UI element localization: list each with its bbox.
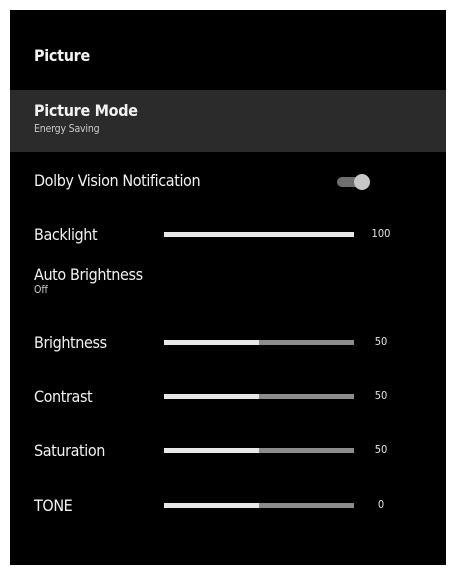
picture-mode-item[interactable]: Picture Mode Energy Saving xyxy=(10,90,446,152)
brightness-slider-fill xyxy=(164,340,259,345)
tone-value: 0 xyxy=(377,498,385,511)
contrast-label: Contrast xyxy=(34,387,93,406)
tone-item[interactable]: TONE 0 xyxy=(10,488,446,522)
dolby-vision-notification-label: Dolby Vision Notification xyxy=(34,171,201,190)
tone-label: TONE xyxy=(34,496,73,515)
tone-slider-fill xyxy=(164,503,259,508)
contrast-slider-fill xyxy=(164,394,259,399)
saturation-value: 50 xyxy=(374,443,388,456)
saturation-item[interactable]: Saturation 50 xyxy=(10,433,446,467)
backlight-value: 100 xyxy=(371,227,391,240)
backlight-label: Backlight xyxy=(34,225,98,244)
saturation-slider-fill xyxy=(164,448,259,453)
tone-slider[interactable] xyxy=(164,503,354,508)
picture-settings-panel: Picture Picture Mode Energy Saving Dolby… xyxy=(10,10,446,565)
brightness-item[interactable]: Brightness 50 xyxy=(10,325,446,359)
backlight-slider[interactable] xyxy=(164,232,354,237)
backlight-slider-fill xyxy=(164,232,354,237)
page-title: Picture xyxy=(34,46,90,65)
auto-brightness-value: Off xyxy=(34,284,48,296)
brightness-value: 50 xyxy=(374,335,388,348)
picture-mode-value: Energy Saving xyxy=(34,123,100,135)
toggle-knob xyxy=(354,174,370,190)
brightness-slider[interactable] xyxy=(164,340,354,345)
saturation-slider[interactable] xyxy=(164,448,354,453)
saturation-label: Saturation xyxy=(34,441,106,460)
contrast-slider[interactable] xyxy=(164,394,354,399)
dolby-vision-notification-toggle[interactable] xyxy=(337,174,371,190)
contrast-value: 50 xyxy=(374,389,388,402)
auto-brightness-label: Auto Brightness xyxy=(34,265,143,284)
picture-mode-label: Picture Mode xyxy=(34,101,138,120)
auto-brightness-item[interactable]: Auto Brightness Off xyxy=(10,257,446,305)
dolby-vision-notification-item[interactable]: Dolby Vision Notification xyxy=(10,163,446,197)
contrast-item[interactable]: Contrast 50 xyxy=(10,379,446,413)
backlight-item[interactable]: Backlight 100 xyxy=(10,217,446,251)
brightness-label: Brightness xyxy=(34,333,107,352)
